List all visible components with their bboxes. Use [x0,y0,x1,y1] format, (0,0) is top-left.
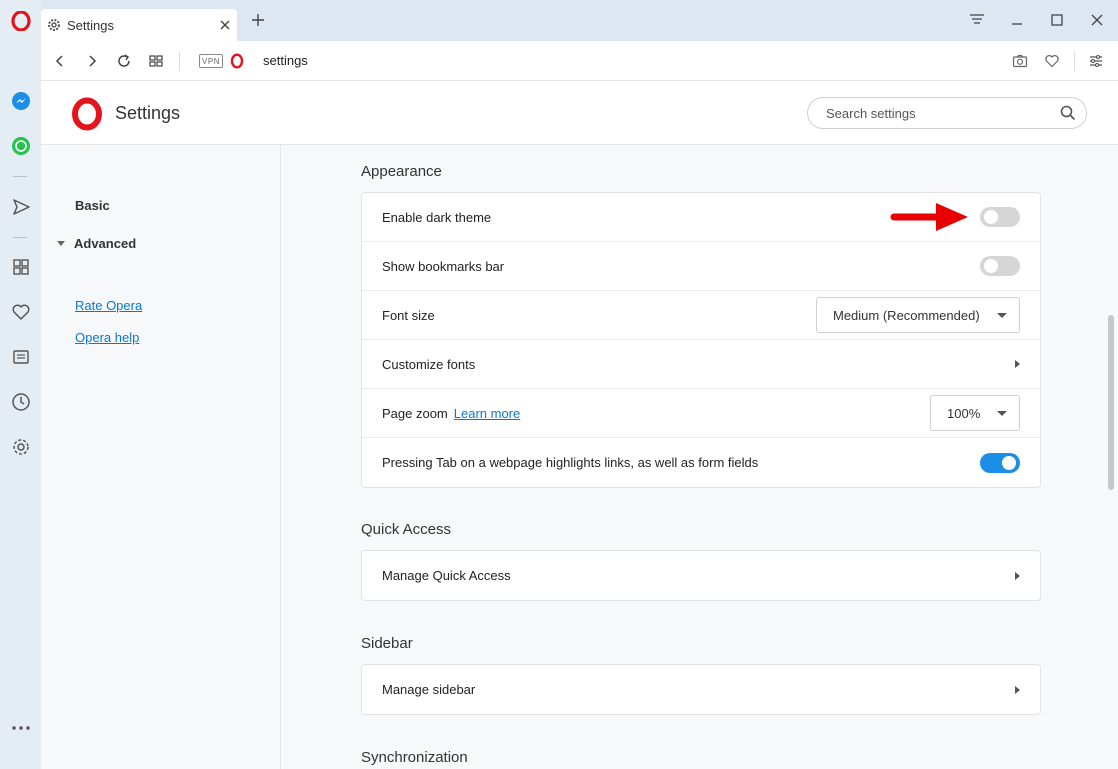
setting-row-tab-highlight[interactable]: Pressing Tab on a webpage highlights lin… [362,438,1040,487]
section-title-quick-access: Quick Access [361,521,452,538]
window-close-icon[interactable] [1077,6,1117,34]
setting-row-font-size: Font size Medium (Recommended) [362,291,1040,340]
back-button[interactable] [45,47,75,75]
settings-page: Settings Basic Advanced Rate Opera Opera… [41,81,1118,769]
close-tab-icon[interactable] [219,19,231,31]
section-title-synchronization: Synchronization [361,749,468,766]
opera-logo-icon [230,53,244,72]
forward-arrow-icon [89,55,97,67]
chevron-down-icon [997,410,1007,416]
red-arrow-icon [890,203,968,231]
setting-row-customize-fonts[interactable]: Customize fonts [362,340,1040,389]
messenger-icon[interactable] [0,86,41,116]
setting-label: Enable dark theme [382,209,492,225]
snapshot-icon[interactable] [1005,47,1035,75]
send-icon[interactable] [0,192,41,222]
sidebar-rail [0,0,41,769]
opera-menu-icon[interactable] [0,6,41,36]
page-zoom-select[interactable]: 100% [930,395,1020,431]
setting-label: Customize fonts [382,356,476,372]
new-tab-icon[interactable] [238,6,278,34]
setting-label: Page zoom Learn more [382,406,930,421]
search-icon[interactable] [1060,105,1076,121]
learn-more-link[interactable]: Learn more [454,406,520,421]
advanced-caret-icon[interactable] [57,241,65,246]
opera-help-link[interactable]: Opera help [75,330,139,345]
section-title-sidebar: Sidebar [361,635,413,652]
news-icon[interactable] [0,342,41,372]
settings-nav: Basic Advanced Rate Opera Opera help [41,145,281,769]
setting-label: Manage sidebar [382,682,476,697]
font-size-value: Medium (Recommended) [833,307,980,323]
whatsapp-icon[interactable] [0,131,41,161]
chevron-right-icon [1015,571,1020,580]
rail-separator [13,237,27,238]
page-zoom-label: Page zoom [382,405,448,421]
reload-icon [118,54,130,67]
setting-label: Font size [382,307,435,323]
tab-menu-icon[interactable] [957,6,997,34]
toolbar-divider [1074,51,1075,71]
setting-label: Pressing Tab on a webpage highlights lin… [382,455,759,470]
setting-row-page-zoom: Page zoom Learn more 100% [362,389,1040,438]
minimize-icon[interactable] [997,6,1037,34]
tab-gear-icon [48,19,60,31]
chevron-right-icon [1015,360,1020,368]
setting-label: Show bookmarks bar [382,258,505,274]
setting-row-manage-sidebar[interactable]: Manage sidebar [362,665,1040,714]
nav-advanced[interactable]: Advanced [74,236,136,251]
address-bar: VPN settings [41,41,1118,81]
tab-strip: Settings [41,0,1118,41]
history-icon[interactable] [0,387,41,417]
tab-title: Settings [67,17,114,33]
setting-row-bookmarks-bar[interactable]: Show bookmarks bar [362,242,1040,291]
opera-logo-icon [71,97,103,134]
settings-header: Settings [41,81,1118,145]
scrollbar[interactable] [1105,145,1118,769]
easy-setup-icon[interactable] [1081,47,1111,75]
tab-settings[interactable]: Settings [41,9,237,41]
appearance-card: Enable dark theme Show bookmarks bar Fon… [361,192,1041,488]
sidebar-card: Manage sidebar [361,664,1041,715]
chevron-right-icon [1015,685,1020,694]
forward-button[interactable] [77,47,107,75]
grid-icon [149,55,163,67]
setting-label: Manage Quick Access [382,568,511,583]
section-title-appearance: Appearance [361,163,442,180]
tab-overview-button[interactable] [141,47,171,75]
back-arrow-icon [55,55,63,67]
bookmarks-bar-toggle[interactable] [980,256,1020,276]
settings-content: Appearance Enable dark theme Show bookma… [282,145,1102,769]
bookmark-heart-icon[interactable] [1037,47,1067,75]
page-title: Settings [115,103,181,123]
toolbar-divider [179,51,180,71]
url-text[interactable]: settings [263,53,308,68]
settings-gear-icon[interactable] [0,432,41,462]
more-icon[interactable] [0,713,41,743]
chevron-down-icon [997,312,1007,318]
rail-separator [13,176,27,177]
reload-button[interactable] [109,47,139,75]
speed-dial-icon[interactable] [0,252,41,282]
maximize-icon[interactable] [1037,6,1077,34]
nav-basic[interactable]: Basic [75,198,110,213]
setting-row-manage-quick-access[interactable]: Manage Quick Access [362,551,1040,600]
dark-theme-toggle[interactable] [980,207,1020,227]
search-box[interactable] [807,97,1087,129]
page-zoom-value: 100% [947,405,981,421]
font-size-select[interactable]: Medium (Recommended) [816,297,1020,333]
quick-access-card: Manage Quick Access [361,550,1041,601]
search-input[interactable] [826,105,1060,121]
scrollbar-thumb[interactable] [1108,315,1114,490]
vpn-badge[interactable]: VPN [199,54,223,68]
setting-row-dark-theme[interactable]: Enable dark theme [362,193,1040,242]
tab-highlight-toggle[interactable] [980,452,1020,473]
rate-opera-link[interactable]: Rate Opera [75,298,142,313]
heart-icon[interactable] [0,297,41,327]
